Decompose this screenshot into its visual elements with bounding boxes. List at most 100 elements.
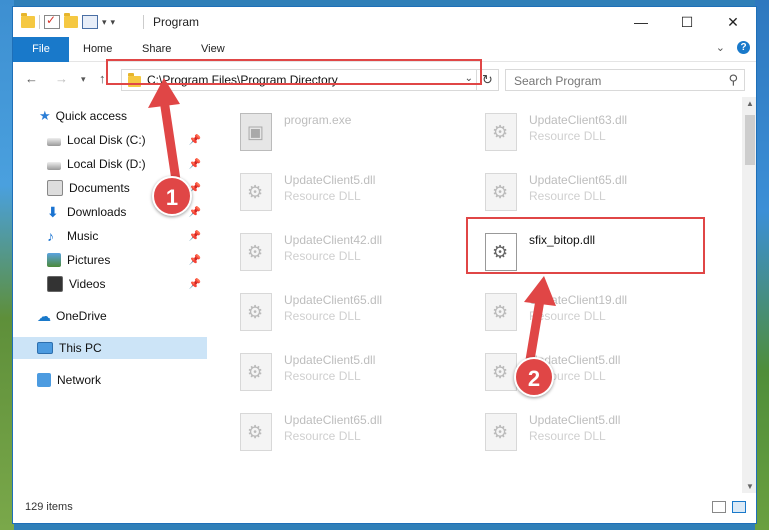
tab-share[interactable]: Share	[128, 37, 185, 61]
pictures-icon	[47, 253, 61, 267]
minimize-icon: —	[634, 14, 648, 30]
file-item[interactable]: UpdateClient5.dll Resource DLL	[485, 409, 715, 465]
file-item[interactable]: UpdateClient65.dll Resource DLL	[240, 289, 470, 345]
close-icon: ✕	[727, 13, 739, 30]
star-icon: ★	[39, 108, 51, 123]
step-badge-1: 1	[152, 176, 192, 216]
computer-icon	[37, 342, 53, 354]
network-icon	[37, 373, 51, 387]
file-name: UpdateClient5.dll	[284, 353, 376, 367]
nav-label: OneDrive	[56, 309, 107, 323]
file-name: UpdateClient65.dll	[284, 413, 383, 427]
file-item[interactable]: UpdateClient63.dll Resource DLL	[485, 109, 715, 165]
properties-icon[interactable]	[82, 15, 98, 29]
videos-icon	[47, 276, 63, 292]
toolbar-separator	[39, 15, 40, 29]
nav-label: Quick access	[55, 109, 128, 123]
step-badge-2: 2	[514, 357, 554, 397]
view-toggle	[712, 501, 746, 513]
back-arrow-icon[interactable]: ←	[25, 71, 38, 86]
file-name: UpdateClient63.dll	[529, 113, 628, 127]
nav-pictures[interactable]: Pictures 📌	[13, 249, 207, 271]
nav-network[interactable]: Network	[13, 369, 207, 391]
file-item[interactable]: UpdateClient65.dll Resource DLL	[240, 409, 470, 465]
properties-check-icon[interactable]	[44, 13, 60, 29]
nav-music[interactable]: ♪ Music 📌	[13, 225, 207, 247]
nav-label: Music	[67, 229, 99, 243]
file-name: UpdateClient42.dll	[284, 233, 383, 247]
recent-locations-icon[interactable]: ▾	[81, 74, 86, 85]
vertical-scrollbar[interactable]: ▲ ▼	[742, 97, 756, 493]
dll-file-icon	[240, 293, 272, 331]
file-type: Resource DLL	[284, 369, 361, 383]
file-type: Resource DLL	[284, 309, 361, 323]
nav-quick-access[interactable]: ★ Quick access	[13, 105, 207, 127]
details-view-icon[interactable]	[712, 501, 726, 513]
nav-label: Downloads	[67, 205, 127, 219]
refresh-icon: ↻	[482, 72, 493, 87]
quick-access-toolbar: ▾ ▾	[21, 13, 116, 30]
dll-file-icon	[485, 293, 517, 331]
nav-videos[interactable]: Videos 📌	[13, 273, 207, 295]
scroll-down-icon[interactable]: ▼	[746, 482, 754, 491]
file-name: UpdateClient19.dll	[529, 293, 628, 307]
file-type: Resource DLL	[529, 429, 606, 443]
pin-icon: 📌	[188, 206, 201, 218]
pin-icon: 📌	[188, 134, 201, 146]
nav-label: Videos	[69, 277, 106, 291]
file-item-program-exe[interactable]: program.exe	[240, 109, 470, 165]
scroll-up-icon[interactable]: ▲	[746, 99, 754, 108]
nav-local-disk-d[interactable]: Local Disk (D:) 📌	[13, 153, 207, 175]
dll-file-icon	[485, 113, 517, 151]
forward-arrow-icon[interactable]: →	[55, 71, 68, 86]
search-input[interactable]	[512, 72, 716, 90]
scroll-thumb[interactable]	[745, 115, 755, 165]
dll-file-icon	[240, 173, 272, 211]
file-type: Resource DLL	[529, 129, 606, 143]
file-item[interactable]: UpdateClient5.dll Resource DLL	[240, 169, 470, 225]
minimize-button[interactable]: —	[618, 7, 664, 37]
search-icon[interactable]: ⚲	[728, 72, 738, 88]
search-box[interactable]: ⚲	[505, 69, 745, 91]
nav-label: This PC	[59, 341, 102, 355]
pin-icon: 📌	[188, 158, 201, 170]
address-highlight-box	[106, 59, 482, 85]
file-name: program.exe	[284, 113, 352, 127]
dll-file-icon	[240, 353, 272, 391]
file-type: Resource DLL	[284, 429, 361, 443]
pin-icon: 📌	[188, 278, 201, 290]
file-name: UpdateClient65.dll	[284, 293, 383, 307]
up-arrow-icon[interactable]: ↑	[99, 71, 106, 86]
title-separator	[143, 15, 144, 29]
file-list: program.exe UpdateClient63.dll Resource …	[210, 97, 740, 493]
customize-toolbar-icon[interactable]: ▾	[111, 17, 116, 28]
item-count: 129 items	[25, 501, 73, 513]
file-name: UpdateClient65.dll	[529, 173, 628, 187]
disk-icon	[47, 162, 61, 170]
maximize-button[interactable]: ☐	[664, 7, 710, 37]
nav-local-disk-c[interactable]: Local Disk (C:) 📌	[13, 129, 207, 151]
new-folder-icon[interactable]	[64, 13, 78, 28]
file-item[interactable]: UpdateClient42.dll Resource DLL	[240, 229, 470, 285]
folder-icon[interactable]	[21, 13, 35, 28]
file-item[interactable]: UpdateClient5.dll Resource DLL	[240, 349, 470, 405]
nav-this-pc[interactable]: This PC	[13, 337, 207, 359]
expand-ribbon-icon[interactable]: ⌄	[716, 41, 725, 54]
close-button[interactable]: ✕	[710, 7, 756, 37]
pin-icon: 📌	[188, 230, 201, 242]
ribbon-right-controls: ⌄ ?	[716, 41, 750, 54]
file-item[interactable]: UpdateClient19.dll Resource DLL	[485, 289, 715, 345]
tab-view[interactable]: View	[187, 37, 239, 61]
cloud-icon: ☁	[37, 307, 51, 324]
tiles-view-icon[interactable]	[732, 501, 746, 513]
file-type: Resource DLL	[284, 189, 361, 203]
nav-label: Documents	[69, 181, 130, 195]
download-icon: ⬇	[47, 203, 59, 220]
chevron-down-icon[interactable]: ▾	[102, 17, 107, 28]
nav-onedrive[interactable]: ☁ OneDrive	[13, 305, 207, 327]
nav-label: Network	[57, 373, 102, 387]
tab-home[interactable]: Home	[69, 37, 126, 61]
window-title: Program	[153, 15, 200, 29]
nav-label: Local Disk (D:)	[67, 157, 146, 171]
help-icon[interactable]: ?	[737, 41, 750, 54]
